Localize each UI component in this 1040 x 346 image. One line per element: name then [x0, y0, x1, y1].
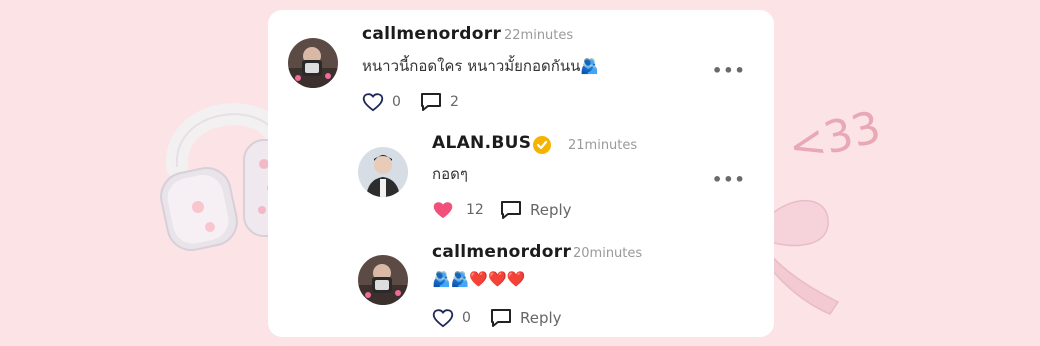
comment-timestamp: 22minutes [504, 28, 574, 43]
reply-label: Reply [530, 201, 572, 219]
reply-label: Reply [520, 309, 562, 327]
comment-timestamp: 20minutes [573, 246, 643, 261]
like-button[interactable]: 12 [432, 200, 484, 220]
like-button[interactable]: 0 [432, 308, 471, 328]
reply-button[interactable]: Reply [500, 200, 572, 220]
comment-icon [491, 309, 511, 327]
like-count: 0 [462, 310, 471, 326]
avatar[interactable] [358, 147, 408, 197]
reply-count: 2 [450, 94, 459, 110]
comment-username[interactable]: callmenordorr [362, 24, 501, 44]
heart-filled-icon [433, 202, 453, 219]
verified-badge-icon [533, 136, 551, 154]
more-options-icon[interactable]: ••• [712, 172, 746, 188]
comment-timestamp: 21minutes [568, 138, 638, 153]
comment-card: callmenordorr 22minutes หนาวนี้กอดใคร หน… [268, 10, 774, 337]
comment-icon [421, 93, 441, 111]
heart-outline-icon [362, 93, 384, 112]
like-button[interactable]: 0 [362, 92, 401, 112]
comment-text: 🫂🫂❤️❤️❤️ [432, 270, 526, 288]
avatar[interactable] [288, 38, 338, 88]
doodle-text: <33 [783, 101, 886, 174]
reply-button[interactable]: Reply [490, 308, 562, 328]
comment-text: หนาวนี้กอดใคร หนาวมั้ยกอดกันน🫂 [362, 57, 600, 75]
avatar[interactable] [358, 255, 408, 305]
reply-button[interactable]: 2 [420, 92, 459, 112]
comment-username[interactable]: callmenordorr [432, 242, 571, 262]
comment-username[interactable]: ALAN.BUS [432, 133, 531, 153]
comment-text: กอดๆ [432, 165, 468, 183]
like-count: 0 [392, 94, 401, 110]
like-count: 12 [466, 202, 484, 218]
heart-outline-icon [432, 309, 454, 328]
comment-icon [501, 201, 521, 219]
more-options-icon[interactable]: ••• [712, 63, 746, 79]
